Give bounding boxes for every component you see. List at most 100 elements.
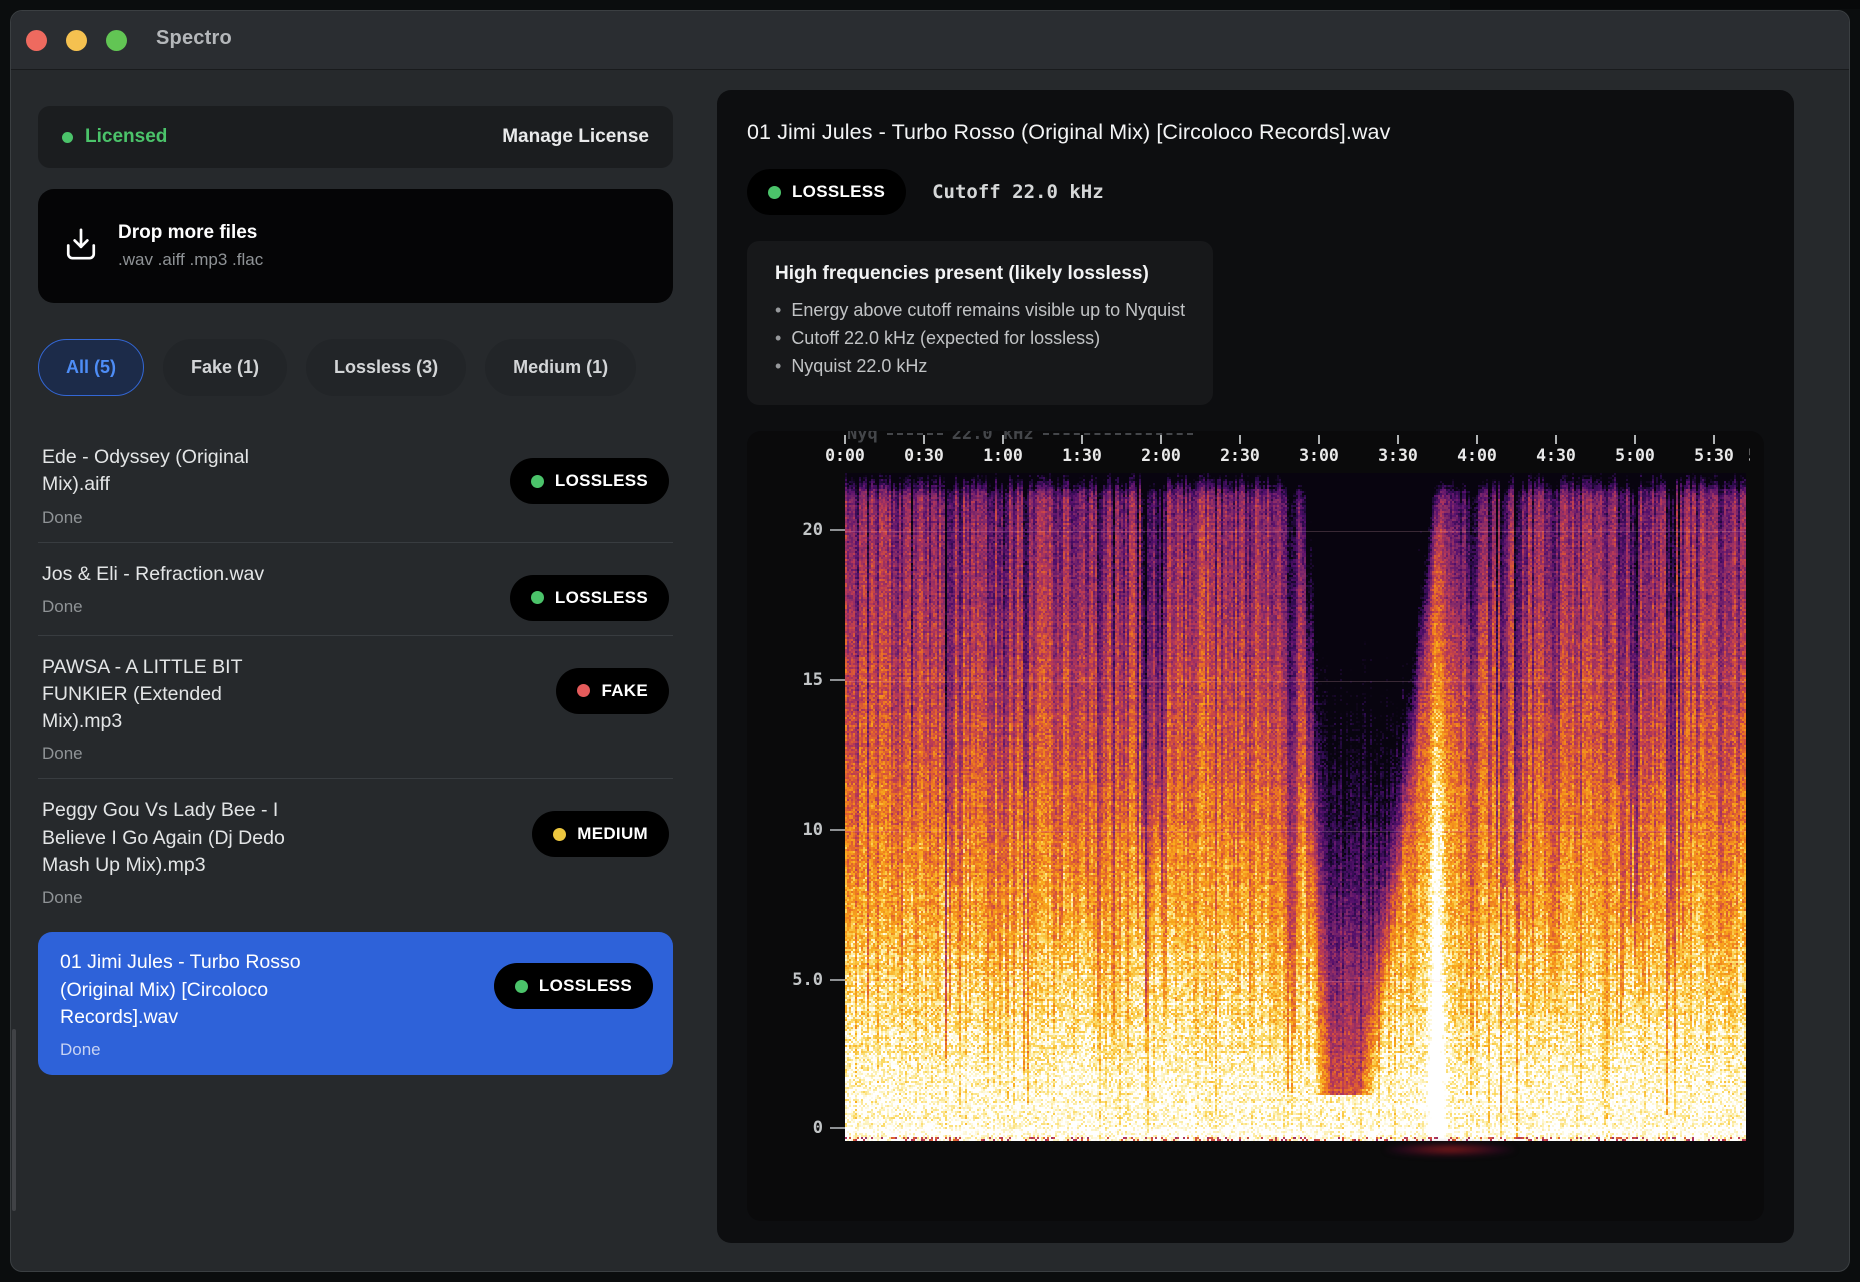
frequency-tick: 0 <box>813 1118 845 1138</box>
file-status: Done <box>42 508 498 528</box>
spectrogram-artifact <box>1385 1143 1515 1156</box>
upload-tray-icon <box>64 225 98 268</box>
file-status: Done <box>42 744 544 764</box>
time-tick-label: 5:30 <box>1694 446 1734 465</box>
license-status-label: Licensed <box>85 126 167 148</box>
file-list-item[interactable]: Ede - Odyssey (Original Mix).aiff Done LOS… <box>38 426 673 543</box>
file-quality-badge: LOSSLESS <box>494 963 653 1009</box>
filter-tab-all[interactable]: All (5) <box>38 339 144 396</box>
badge-status-dot <box>515 980 528 993</box>
file-status: Done <box>42 597 498 617</box>
license-bar: Licensed Manage License <box>38 106 673 168</box>
desktop-background: Spectro Licensed Manage License <box>0 0 1860 1282</box>
status-row: LOSSLESS Cutoff 22.0 kHz <box>747 169 1764 215</box>
analysis-bullet: •Energy above cutoff remains visible up … <box>775 297 1185 325</box>
bullet-text: Nyquist 22.0 kHz <box>791 353 927 381</box>
lossless-badge-label: LOSSLESS <box>792 182 885 202</box>
dropzone-subtitle: .wav .aiff .mp3 .flac <box>118 250 263 270</box>
time-tick-label: 5: <box>1748 446 1750 465</box>
manage-license-button[interactable]: Manage License <box>502 126 649 148</box>
badge-status-dot <box>531 591 544 604</box>
analysis-heading: High frequencies present (likely lossles… <box>775 263 1185 285</box>
time-tick-label: 3:30 <box>1378 446 1418 465</box>
app-title: Spectro <box>156 27 232 50</box>
frequency-tick: 15 <box>803 670 845 690</box>
time-tick-label: 1:30 <box>1062 446 1102 465</box>
filter-tab-medium[interactable]: Medium (1) <box>485 339 636 396</box>
file-list-item[interactable]: Jos & Eli - Refraction.wav Done LOSSLESS <box>38 543 673 636</box>
file-name: Jos & Eli - Refraction.wav <box>42 561 294 588</box>
time-tick <box>1081 435 1083 444</box>
file-list-item[interactable]: Peggy Gou Vs Lady Bee - I Believe I Go A… <box>38 779 673 922</box>
spectrogram-card: Nyq 22.0 kHz 0:000:301:001:302:002:303:0… <box>747 431 1764 1221</box>
bullet-text: Energy above cutoff remains visible up t… <box>791 297 1185 325</box>
file-name: 01 Jimi Jules - Turbo Rosso (Original Mi… <box>60 949 312 1031</box>
time-tick <box>1476 435 1478 444</box>
time-tick-label: 0:30 <box>904 446 944 465</box>
time-tick-label: 5:00 <box>1615 446 1655 465</box>
badge-label: MEDIUM <box>577 824 648 844</box>
file-status: Done <box>42 888 520 908</box>
time-tick-label: 0:00 <box>825 446 865 465</box>
frequency-tick-label: 5.0 <box>792 970 823 990</box>
file-list: Ede - Odyssey (Original Mix).aiff Done LOS… <box>38 426 673 1075</box>
sidebar: Licensed Manage License Drop more files … <box>38 106 673 1075</box>
analysis-bullet: • Cutoff 22.0 kHz (expected for lossless) <box>775 325 1185 353</box>
track-title: 01 Jimi Jules - Turbo Rosso (Original Mi… <box>747 120 1764 145</box>
badge-status-dot <box>531 475 544 488</box>
time-tick <box>1634 435 1636 444</box>
bullet-dot-icon: • <box>775 353 781 381</box>
badge-label: LOSSLESS <box>555 471 648 491</box>
analysis-bullet: • Nyquist 22.0 kHz <box>775 353 1185 381</box>
time-tick-label: 2:00 <box>1141 446 1181 465</box>
time-axis: 0:000:301:001:302:002:303:003:304:004:30… <box>805 435 1750 473</box>
time-tick-label: 4:00 <box>1457 446 1497 465</box>
cutoff-value: Cutoff 22.0 kHz <box>932 181 1104 203</box>
badge-label: LOSSLESS <box>555 588 648 608</box>
file-quality-badge: MEDIUM <box>532 811 669 857</box>
spectrogram-plot <box>845 473 1746 1141</box>
filter-tab-lossless[interactable]: Lossless (3) <box>306 339 466 396</box>
sidebar-scrollbar[interactable] <box>12 1029 16 1211</box>
time-tick <box>844 435 846 444</box>
file-quality-badge: LOSSLESS <box>510 458 669 504</box>
time-tick <box>923 435 925 444</box>
analysis-bullet-list: • Energy above cutoff remains visible up … <box>775 297 1185 381</box>
bullet-dot-icon: • <box>775 325 781 353</box>
file-list-item[interactable]: 01 Jimi Jules - Turbo Rosso (Original Mi… <box>38 932 673 1075</box>
frequency-axis: 20 15 10 5.0 0 <box>765 473 845 1141</box>
time-tick <box>1318 435 1320 444</box>
frequency-tick: 10 <box>803 820 845 840</box>
frequency-tick-mark <box>830 529 845 531</box>
frequency-tick-mark <box>830 979 845 981</box>
close-window-button[interactable] <box>26 30 47 51</box>
frequency-tick-mark <box>830 829 845 831</box>
background-dark-strip <box>1450 0 1860 9</box>
file-name: Ede - Odyssey (Original Mix).aiff <box>42 444 294 499</box>
file-list-item[interactable]: PAWSA - A LITTLE BIT FUNKIER (Extended M… <box>38 636 673 780</box>
filter-tab-fake[interactable]: Fake (1) <box>163 339 287 396</box>
license-status-dot <box>62 132 73 143</box>
filter-tabs: All (5) Fake (1) Lossless (3) Medium (1) <box>38 339 673 396</box>
frequency-tick-label: 15 <box>803 670 823 690</box>
detail-panel: 01 Jimi Jules - Turbo Rosso (Original Mi… <box>717 90 1794 1243</box>
time-tick <box>1002 435 1004 444</box>
maximize-window-button[interactable] <box>106 30 127 51</box>
minimize-window-button[interactable] <box>66 30 87 51</box>
time-tick <box>1239 435 1241 444</box>
time-tick-label: 4:30 <box>1536 446 1576 465</box>
dropzone-title: Drop more files <box>118 222 263 244</box>
titlebar[interactable]: Spectro <box>11 11 1849 70</box>
frequency-tick-label: 10 <box>803 820 823 840</box>
frequency-tick-label: 0 <box>813 1118 823 1138</box>
time-tick-label: 1:00 <box>983 446 1023 465</box>
file-status: Done <box>60 1040 482 1060</box>
frequency-tick-label: 20 <box>803 520 823 540</box>
file-name: PAWSA - A LITTLE BIT FUNKIER (Extended M… <box>42 654 294 736</box>
file-quality-badge: FAKE <box>556 668 669 714</box>
file-name: Peggy Gou Vs Lady Bee - I Believe I Go A… <box>42 797 294 879</box>
file-dropzone[interactable]: Drop more files .wav .aiff .mp3 .flac <box>38 189 673 303</box>
file-quality-badge: LOSSLESS <box>510 575 669 621</box>
time-tick <box>1713 435 1715 444</box>
bullet-text: Cutoff 22.0 kHz (expected for lossless) <box>791 325 1100 353</box>
